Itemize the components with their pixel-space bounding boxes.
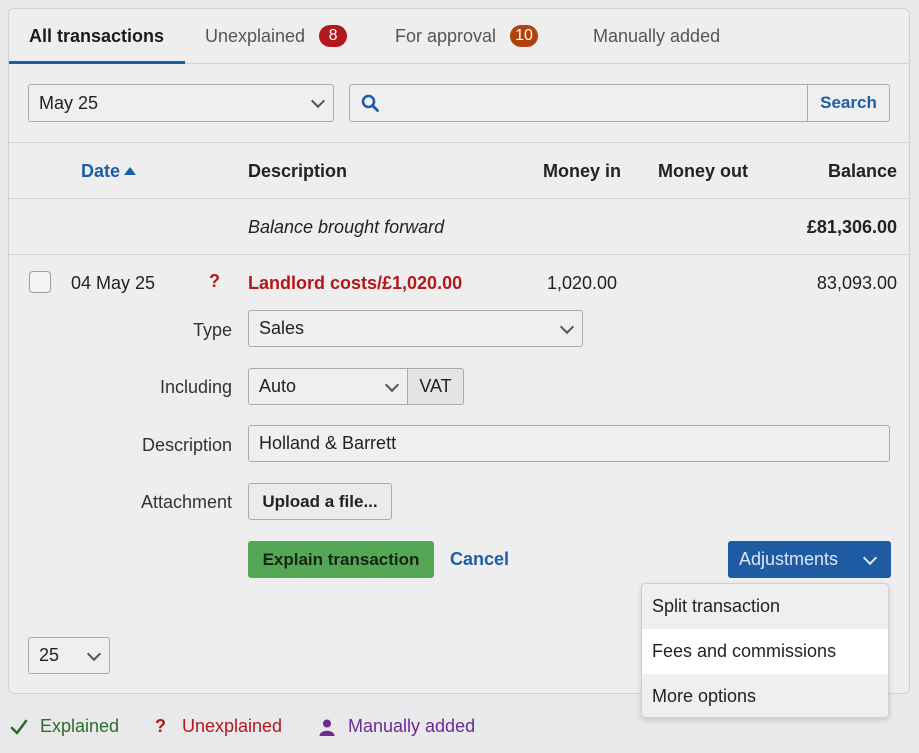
adjustments-menu: Split transaction Fees and commissions M… [641,583,889,718]
menu-item-more-options[interactable]: More options [642,674,888,717]
tab-label: Manually added [593,25,721,46]
transaction-balance: 83,093.00 [816,273,897,293]
money-out-column-header: Money out [658,161,748,181]
legend-unexplained: ? Unexplained [155,716,282,737]
description-column-header: Description [248,161,348,181]
type-select[interactable]: Sales [248,310,583,347]
chevron-down-icon [310,93,326,109]
tab-all-transactions[interactable]: All transactions [29,9,164,63]
brought-forward-label: Balance brought forward [248,217,445,237]
tab-unexplained[interactable]: Unexplained 8 [205,9,348,63]
unexplained-question-icon: ? [209,271,220,291]
divider [9,142,909,143]
upload-file-button[interactable]: Upload a file... [248,483,392,520]
sort-ascending-icon [124,166,137,175]
legend-manual-label: Manually added [348,716,476,736]
per-page-select[interactable]: 25 [28,637,110,674]
month-value: May 25 [39,92,99,113]
tab-label: Unexplained [205,25,306,46]
tab-label: All transactions [29,25,165,46]
brought-forward-balance: £81,306.00 [806,217,897,237]
date-header-label: Date [81,161,121,181]
transaction-money-in: 1,020.00 [547,273,618,293]
including-value: Auto [259,376,297,396]
cancel-link[interactable]: Cancel [450,549,509,570]
divider [9,198,909,199]
money-in-column-header: Money in [543,161,622,181]
tab-manually-added[interactable]: Manually added [593,9,720,63]
chevron-down-icon [559,319,575,334]
search-box: Search [349,84,890,122]
adjustments-button[interactable]: Adjustments [728,541,891,578]
chevron-down-icon [862,550,878,565]
search-icon [361,94,379,112]
unexplained-count-badge: 8 [319,25,348,47]
including-label: Including [159,377,232,397]
question-mark-icon: ? [155,716,166,736]
attachment-label: Attachment [140,492,232,512]
legend-manually-added: Manually added [318,716,475,737]
chevron-down-icon [86,646,102,661]
row-select-checkbox[interactable] [29,271,51,293]
legend-unexplained-label: Unexplained [182,716,283,736]
checkmark-icon [10,719,28,734]
balance-column-header: Balance [827,161,897,181]
tab-label: For approval [395,25,497,46]
menu-item-fees-and-commissions[interactable]: Fees and commissions [642,629,888,674]
search-input[interactable] [390,85,807,121]
tab-for-approval[interactable]: For approval 10 [395,9,539,63]
adjustments-label: Adjustments [739,549,839,569]
approval-count-badge: 10 [510,25,539,47]
including-select[interactable]: Auto [248,368,408,405]
transaction-description-link[interactable]: Landlord costs/£1,020.00 [248,273,462,294]
search-button[interactable]: Search [807,85,889,121]
month-select[interactable]: May 25 [28,84,334,122]
type-value: Sales [259,318,305,338]
person-icon [319,719,335,736]
chevron-down-icon [384,377,400,392]
tab-bar: All transactions Unexplained 8 For appro… [9,9,909,64]
description-label: Description [141,435,232,455]
explain-transaction-button[interactable]: Explain transaction [248,541,434,578]
legend-explained: Explained [10,716,119,737]
date-column-header[interactable]: Date [81,161,137,182]
transaction-date: 04 May 25 [71,273,156,293]
per-page-value: 25 [39,645,60,665]
type-label: Type [192,320,232,340]
description-field[interactable]: Holland & Barrett [248,425,890,462]
legend-explained-label: Explained [40,716,120,736]
active-tab-indicator [9,61,185,64]
divider [9,254,909,255]
menu-item-split-transaction[interactable]: Split transaction [642,584,888,629]
vat-addon: VAT [407,368,464,405]
